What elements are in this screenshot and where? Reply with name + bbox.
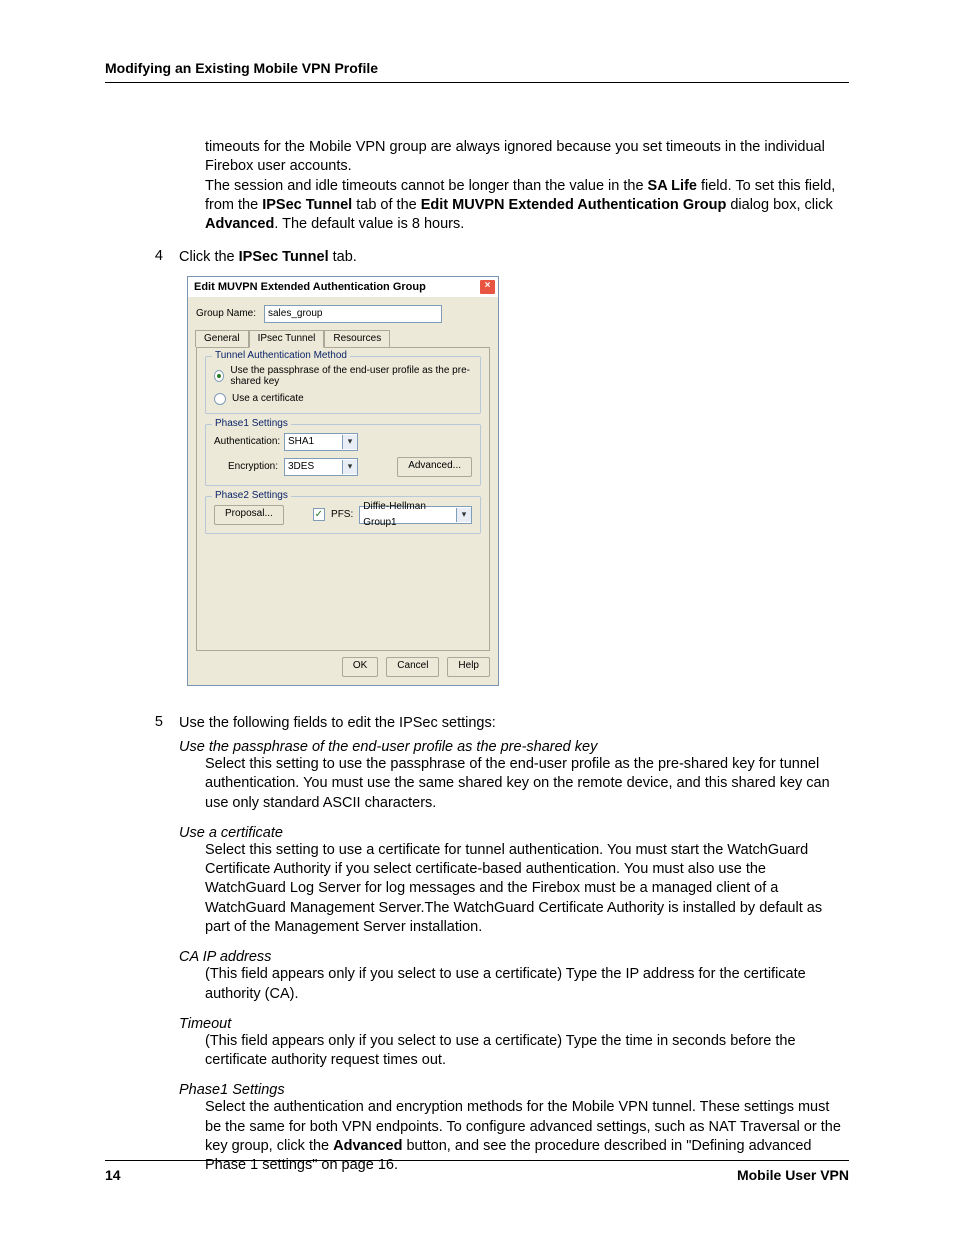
- tunnel-auth-legend: Tunnel Authentication Method: [212, 350, 350, 361]
- tab-strip: General IPsec Tunnel Resources: [195, 329, 490, 347]
- group-name-input[interactable]: sales_group: [264, 305, 442, 323]
- step4-c: tab.: [329, 249, 357, 265]
- intro-para-1: timeouts for the Mobile VPN group are al…: [205, 138, 849, 177]
- group-name-label: Group Name:: [196, 308, 258, 319]
- chevron-down-icon: ▾: [342, 460, 357, 474]
- step-4-number: 4: [151, 248, 163, 267]
- footer-title: Mobile User VPN: [737, 1167, 849, 1183]
- edit-group-term: Edit MUVPN Extended Authentication Group: [421, 197, 727, 213]
- encryption-label: Encryption:: [214, 461, 278, 472]
- pfs-checkbox[interactable]: ✓: [313, 508, 325, 521]
- step-5: 5 Use the following fields to edit the I…: [151, 714, 849, 733]
- page-number: 14: [105, 1167, 121, 1183]
- phase2-legend: Phase2 Settings: [212, 490, 291, 501]
- def-cert-body: Select this setting to use a certificate…: [205, 841, 849, 937]
- dialog-titlebar: Edit MUVPN Extended Authentication Group…: [188, 277, 498, 297]
- tab-resources[interactable]: Resources: [324, 330, 390, 347]
- radio-passphrase-label: Use the passphrase of the end-user profi…: [230, 365, 472, 387]
- fieldset-tunnel-auth: Tunnel Authentication Method Use the pas…: [205, 356, 481, 414]
- encryption-value: 3DES: [285, 459, 342, 475]
- def-caip-title: CA IP address: [179, 949, 849, 965]
- diffie-hellman-value: Diffie-Hellman Group1: [360, 499, 456, 531]
- proposal-button[interactable]: Proposal...: [214, 505, 284, 525]
- tab-ipsec-tunnel[interactable]: IPsec Tunnel: [249, 330, 325, 348]
- page-footer: 14 Mobile User VPN: [105, 1160, 849, 1183]
- encryption-select[interactable]: 3DES ▾: [284, 458, 358, 476]
- close-icon[interactable]: ×: [479, 279, 496, 295]
- sa-life-term: SA Life: [648, 178, 697, 194]
- fieldset-phase2: Phase2 Settings Proposal... ✓ PFS: Diffi…: [205, 496, 481, 534]
- ipsec-tunnel-term: IPSec Tunnel: [262, 197, 352, 213]
- advanced-term: Advanced: [205, 216, 274, 232]
- step-4: 4 Click the IPSec Tunnel tab.: [151, 248, 849, 267]
- intro-2e: . The default value is 8 hours.: [274, 216, 464, 232]
- phase1-legend: Phase1 Settings: [212, 418, 291, 429]
- running-header: Modifying an Existing Mobile VPN Profile: [105, 60, 849, 83]
- cancel-button[interactable]: Cancel: [386, 657, 439, 677]
- def-p1-adv: Advanced: [333, 1138, 402, 1154]
- intro-para-2: The session and idle timeouts cannot be …: [205, 177, 849, 235]
- def-phase1-title: Phase1 Settings: [179, 1082, 849, 1098]
- def-passphrase-title: Use the passphrase of the end-user profi…: [179, 739, 849, 755]
- def-passphrase-body: Select this setting to use the passphras…: [205, 755, 849, 813]
- help-button[interactable]: Help: [447, 657, 490, 677]
- ipsec-tab-panel: Tunnel Authentication Method Use the pas…: [196, 347, 490, 651]
- intro-2a: The session and idle timeouts cannot be …: [205, 178, 648, 194]
- ok-button[interactable]: OK: [342, 657, 378, 677]
- advanced-button[interactable]: Advanced...: [397, 457, 472, 477]
- pfs-label: PFS:: [331, 509, 353, 520]
- step-5-text: Use the following fields to edit the IPS…: [179, 714, 849, 733]
- authentication-label: Authentication:: [214, 436, 278, 447]
- fieldset-phase1: Phase1 Settings Authentication: SHA1 ▾ E…: [205, 424, 481, 486]
- edit-muvpn-dialog: Edit MUVPN Extended Authentication Group…: [187, 276, 499, 686]
- intro-2d: dialog box, click: [726, 197, 832, 213]
- radio-certificate-label: Use a certificate: [232, 393, 304, 404]
- radio-certificate[interactable]: [214, 393, 226, 405]
- authentication-value: SHA1: [285, 434, 342, 450]
- def-timeout-body: (This field appears only if you select t…: [205, 1032, 849, 1071]
- step-5-number: 5: [151, 714, 163, 733]
- chevron-down-icon: ▾: [456, 508, 471, 522]
- def-caip-body: (This field appears only if you select t…: [205, 965, 849, 1004]
- step4-a: Click the: [179, 249, 239, 265]
- intro-2c: tab of the: [352, 197, 421, 213]
- step4-ipsec: IPSec Tunnel: [239, 249, 329, 265]
- tab-general[interactable]: General: [195, 330, 249, 347]
- def-timeout-title: Timeout: [179, 1016, 849, 1032]
- dialog-title: Edit MUVPN Extended Authentication Group: [194, 281, 426, 293]
- chevron-down-icon: ▾: [342, 435, 357, 449]
- radio-passphrase[interactable]: [214, 370, 224, 382]
- authentication-select[interactable]: SHA1 ▾: [284, 433, 358, 451]
- def-cert-title: Use a certificate: [179, 825, 849, 841]
- diffie-hellman-select[interactable]: Diffie-Hellman Group1 ▾: [359, 506, 472, 524]
